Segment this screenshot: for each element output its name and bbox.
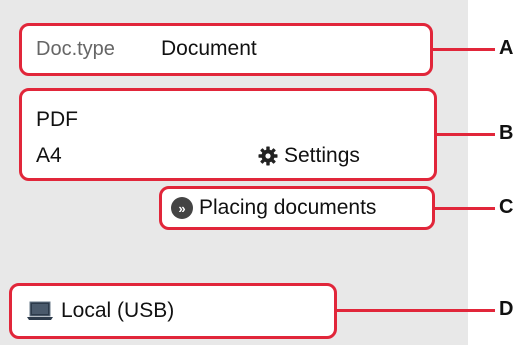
doc-type-value: Document <box>161 37 257 60</box>
settings-label: Settings <box>284 144 360 167</box>
placing-documents-label: Placing documents <box>199 196 377 219</box>
callout-label-d: D <box>499 298 514 320</box>
laptop-icon <box>27 301 53 320</box>
printer-screen: Doc.type Document PDF A4 Settings » Plac… <box>0 0 468 345</box>
double-chevron-right-icon: » <box>171 197 193 219</box>
destination-label: Local (USB) <box>61 299 175 322</box>
callout-line-c <box>435 207 495 210</box>
doc-type-button[interactable]: Doc.type Document <box>19 23 433 76</box>
format-settings-panel[interactable]: PDF A4 Settings <box>19 88 437 181</box>
callout-line-b <box>437 133 495 136</box>
callout-label-c: C <box>499 196 514 218</box>
doc-type-label: Doc.type <box>36 38 115 60</box>
callout-label-b: B <box>499 122 514 144</box>
callout-label-a: A <box>499 37 514 59</box>
destination-button[interactable]: Local (USB) <box>9 283 337 339</box>
callout-line-a <box>433 48 495 51</box>
settings-button[interactable]: Settings <box>258 141 360 171</box>
placing-documents-button[interactable]: » Placing documents <box>159 186 435 230</box>
gear-icon <box>258 146 278 166</box>
callout-line-d <box>337 309 495 312</box>
file-type-value: PDF <box>36 108 78 131</box>
paper-size-value: A4 <box>36 144 62 167</box>
